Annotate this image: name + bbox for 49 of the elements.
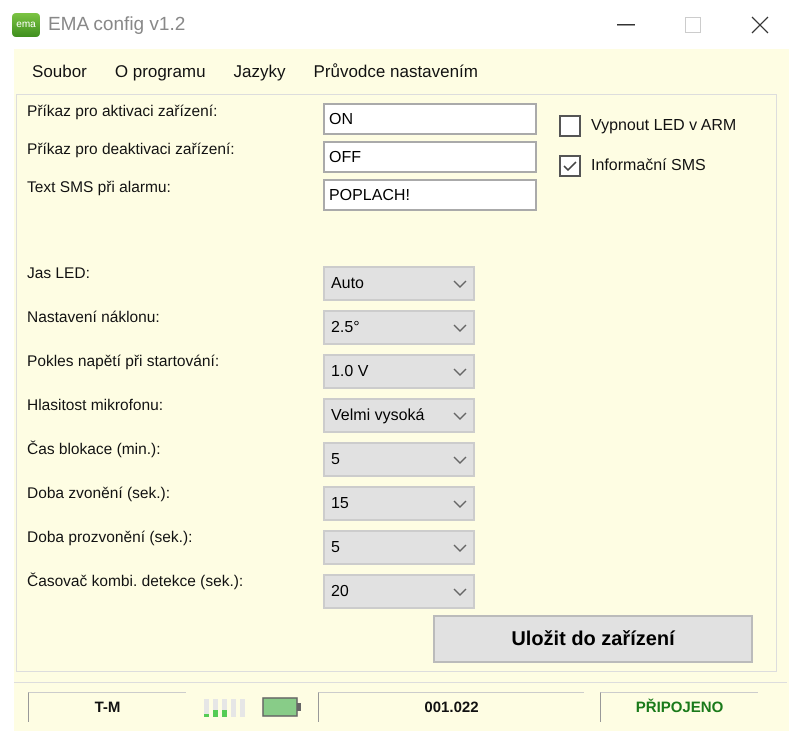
chevron-down-icon bbox=[453, 324, 467, 332]
dropdown[interactable]: 15 bbox=[323, 486, 475, 521]
dropdown[interactable]: 5 bbox=[323, 530, 475, 565]
dropdown[interactable]: Auto bbox=[323, 266, 475, 301]
field-label: Příkaz pro aktivaci zařízení: bbox=[27, 103, 218, 121]
chevron-down-icon bbox=[453, 500, 467, 508]
field-label: Text SMS při alarmu: bbox=[27, 179, 172, 197]
text-field[interactable]: ON bbox=[323, 103, 537, 135]
connection-status: PŘIPOJENO bbox=[600, 692, 758, 722]
text-field[interactable]: OFF bbox=[323, 141, 537, 173]
minimize-icon[interactable] bbox=[617, 24, 635, 26]
save-button[interactable]: Uložit do zařízení bbox=[433, 615, 753, 663]
field-label: Hlasitost mikrofonu: bbox=[27, 396, 164, 415]
field-label: Pokles napětí při startování: bbox=[27, 352, 220, 371]
menu-item[interactable]: O programu bbox=[104, 62, 218, 82]
dropdown[interactable]: 1.0 V bbox=[323, 354, 475, 389]
dropdown[interactable]: 20 bbox=[323, 574, 475, 609]
window-title: EMA config v1.2 bbox=[48, 14, 186, 36]
chevron-down-icon bbox=[453, 368, 467, 376]
chevron-down-icon bbox=[453, 412, 467, 420]
field-label: Doba prozvonění (sek.): bbox=[27, 528, 194, 547]
checkbox[interactable] bbox=[559, 155, 581, 177]
chevron-down-icon bbox=[453, 544, 467, 552]
field-label: Nastavení náklonu: bbox=[27, 308, 161, 327]
dropdown[interactable]: 2.5° bbox=[323, 310, 475, 345]
dropdown[interactable]: Velmi vysoká bbox=[323, 398, 475, 433]
check-icon bbox=[563, 160, 577, 172]
field-label: Jas LED: bbox=[27, 264, 91, 283]
battery-icon bbox=[262, 697, 302, 717]
version-label: 001.022 bbox=[318, 692, 584, 722]
menu-item[interactable]: Jazyky bbox=[224, 62, 298, 82]
signal-strength-icon bbox=[202, 697, 246, 717]
dropdown[interactable]: 5 bbox=[323, 442, 475, 477]
text-field[interactable]: POPLACH! bbox=[323, 179, 537, 211]
menu-item[interactable]: Soubor bbox=[22, 62, 99, 82]
checkbox-label: Informační SMS bbox=[591, 157, 706, 175]
chevron-down-icon bbox=[453, 588, 467, 596]
field-label: Čas blokace (min.): bbox=[27, 440, 162, 459]
field-label: Doba zvonění (sek.): bbox=[27, 484, 172, 503]
operator-label: T-M bbox=[28, 692, 186, 722]
checkbox-label: Vypnout LED v ARM bbox=[591, 117, 736, 135]
app-logo: ema bbox=[12, 12, 40, 36]
chevron-down-icon bbox=[453, 280, 467, 288]
field-label: Příkaz pro deaktivaci zařízení: bbox=[27, 141, 236, 159]
field-label: Časovač kombi. detekce (sek.): bbox=[27, 572, 244, 591]
close-icon[interactable] bbox=[751, 16, 769, 34]
checkbox[interactable] bbox=[559, 115, 581, 137]
chevron-down-icon bbox=[453, 456, 467, 464]
menu-item[interactable]: Průvodce nastavením bbox=[304, 62, 490, 82]
